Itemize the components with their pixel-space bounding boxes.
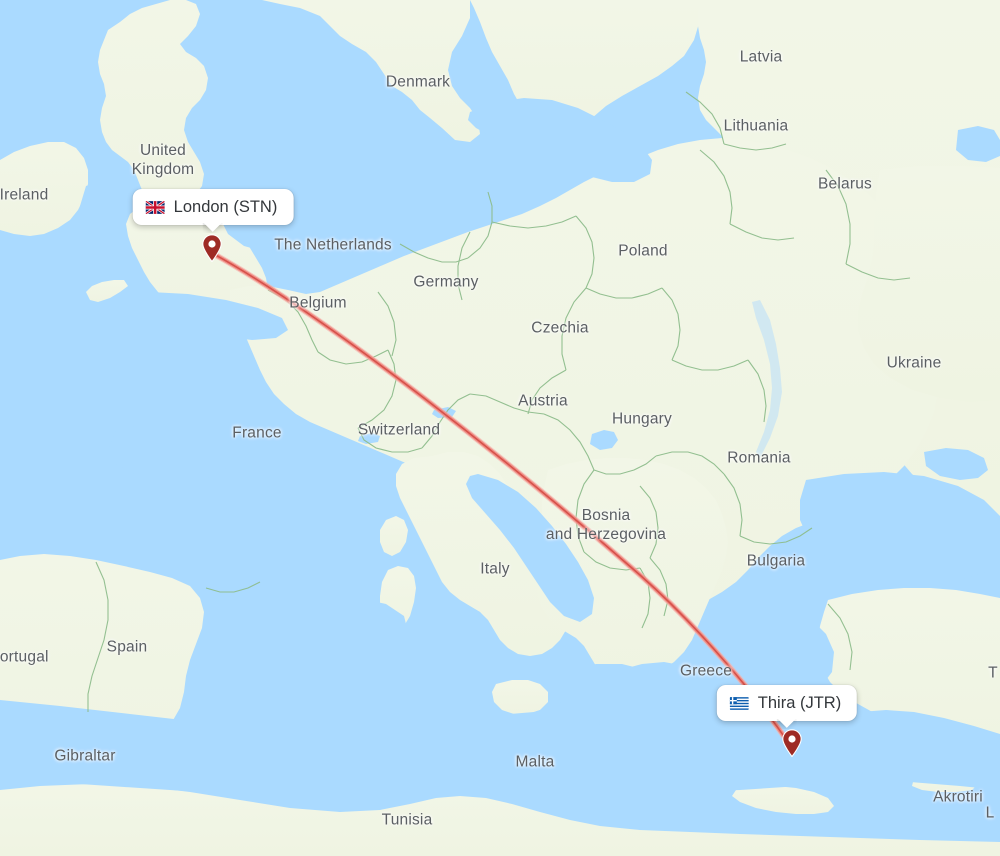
map-pin-thira-jtr[interactable]: [781, 729, 803, 758]
map-pin-icon: [782, 729, 802, 758]
map-pin-london-stn[interactable]: [201, 234, 223, 263]
callout-pointer: [203, 223, 223, 233]
greece-flag-icon: [729, 696, 749, 710]
airport-callout-london-stn[interactable]: London (STN): [132, 189, 294, 225]
airport-callout-thira-jtr[interactable]: Thira (JTR): [716, 685, 858, 721]
callout-pointer: [777, 719, 797, 729]
map-pin-icon: [202, 234, 222, 263]
map-canvas: [0, 0, 1000, 856]
united-kingdom-flag-icon: [145, 200, 165, 214]
flight-route-map[interactable]: Ireland United Kingdom Denmark Latvia Lithua…: [0, 0, 1000, 856]
airport-callout-label: Thira (JTR): [757, 694, 842, 712]
airport-callout-label: London (STN): [173, 198, 278, 216]
land-eastern-plain: [858, 166, 1000, 402]
